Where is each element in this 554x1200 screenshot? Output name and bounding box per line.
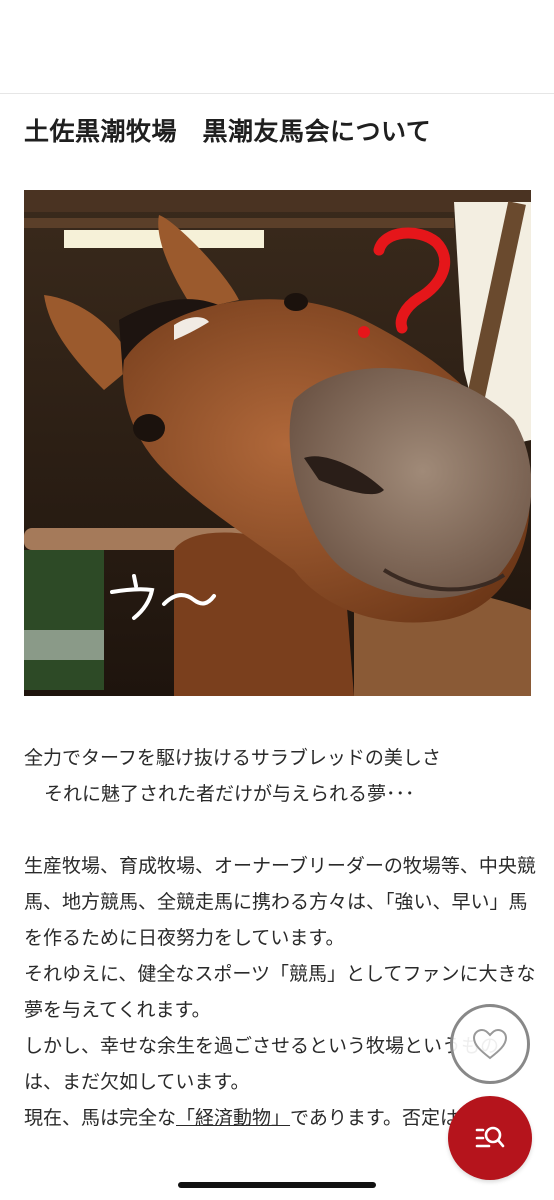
search-list-icon [475,1126,505,1148]
paragraph-4-start: 現在、馬は完全な [24,1107,177,1129]
intro-line-1: 全力でターフを駆け抜けるサラブレッドの美しさ [24,747,441,769]
top-bar [0,0,554,94]
search-button[interactable] [448,1096,532,1180]
horse-photo: ? ウ〜 [24,190,531,696]
article-body: 全力でターフを駆け抜けるサラブレッドの美しさ それに魅了された者だけが与えられる… [24,740,536,1136]
favorite-button[interactable] [450,1004,530,1084]
paragraph-1: 生産牧場、育成牧場、オーナーブリーダーの牧場等、中央競馬、地方競馬、全競走馬に携… [24,855,536,949]
economic-animal-link[interactable]: 「経済動物」 [176,1107,290,1129]
photo-caption: ウ〜 [24,190,26,191]
page-title: 土佐黒潮牧場 黒潮友馬会について [24,117,432,146]
intro-line-2: それに魅了された者だけが与えられる夢･･･ [44,783,415,805]
heart-icon [472,1028,508,1060]
home-indicator [178,1182,376,1188]
